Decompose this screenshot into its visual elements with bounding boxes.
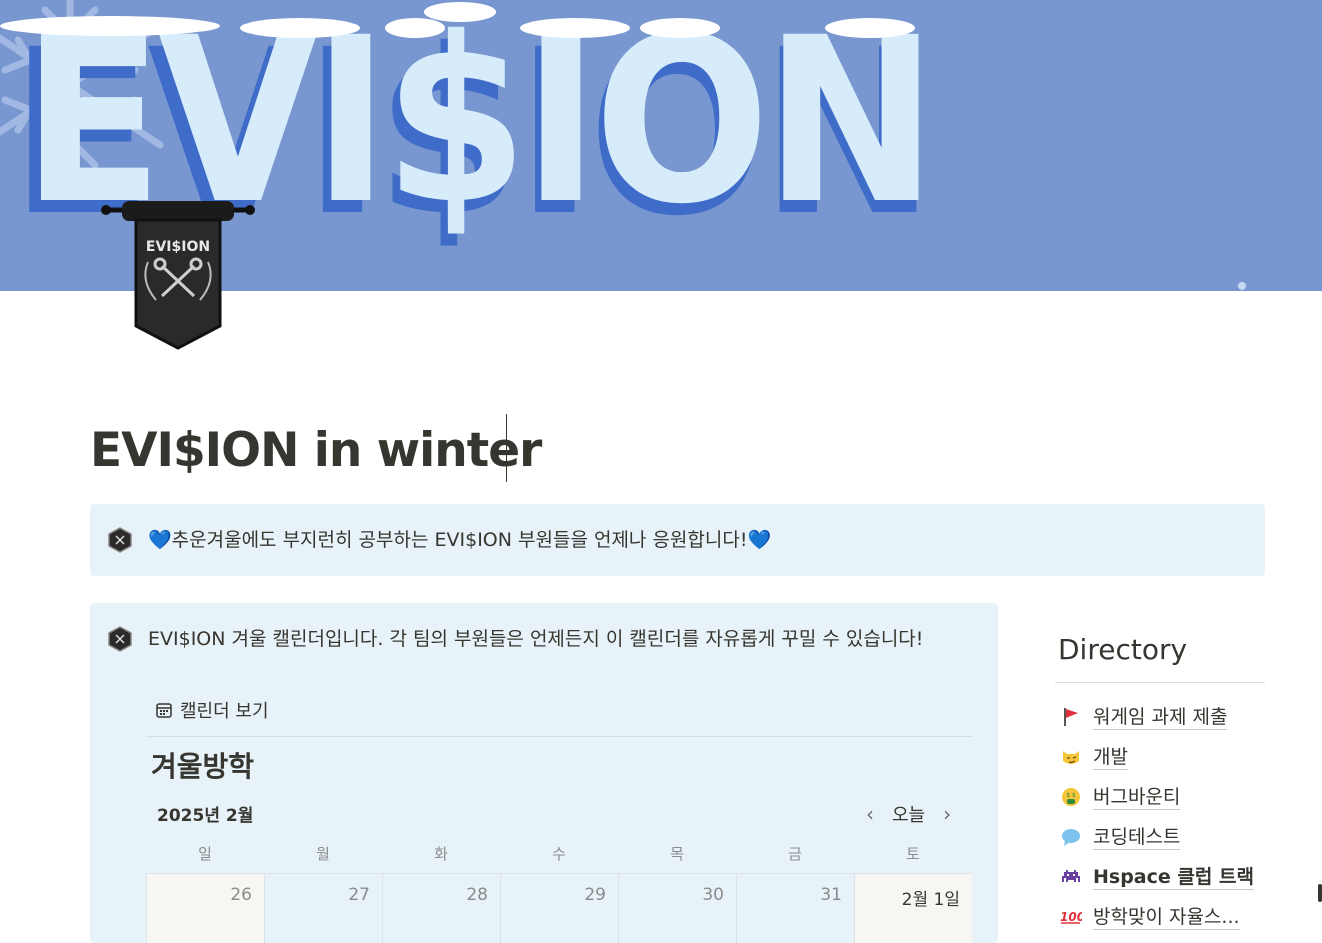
callout-calendar[interactable]: EVI$ION 겨울 캘린더입니다. 각 팀의 부원들은 언제든지 이 캘린더를… [90,603,998,943]
day-number: 28 [466,885,488,905]
space-invader-icon [1060,866,1082,888]
calendar-navigation: ‹ 오늘 › [866,801,951,827]
weekday-label: 일 [198,845,212,863]
directory-item-label: 버그바운티 [1093,785,1181,810]
chevron-right-icon[interactable]: › [943,802,951,826]
directory-item-label: 워게임 과제 제출 [1093,705,1228,730]
weekday-label: 금 [788,845,802,863]
evision-badge-icon [108,626,132,652]
directory-item-label: 코딩테스트 [1093,825,1181,850]
day-number: 29 [584,885,606,905]
page-title[interactable]: EVI$ION in winter [90,418,542,484]
callout-cheer[interactable]: 💙추운겨울에도 부지런히 공부하는 EVI$ION 부원들을 언제나 응원합니다… [90,504,1265,576]
red-flag-icon [1060,706,1082,728]
chevron-left-icon[interactable]: ‹ [866,802,874,826]
day-number: 27 [348,885,370,905]
directory-item[interactable]: 100 방학맞이 자율스... [1060,897,1254,937]
weekday-header: 일 월 화 수 목 금 토 [146,843,972,864]
calendar-day-cell[interactable]: 2월 1일 [854,874,972,943]
directory-list: 워게임 과제 제출 개발 $ $ 버그바운티 코딩테스트 Hspace 클럽 트… [1060,697,1254,937]
tab-calendar-view-label: 캘린더 보기 [180,701,269,722]
callout-calendar-text: EVI$ION 겨울 캘린더입니다. 각 팀의 부원들은 언제든지 이 캘린더를… [148,628,924,650]
calendar-icon [156,703,172,718]
text-cursor [506,414,507,482]
tab-calendar-view[interactable]: 캘린더 보기 [156,697,269,723]
weekday-label: 목 [670,845,684,863]
calendar-day-cell[interactable]: 26 [146,874,264,943]
directory-item[interactable]: Hspace 클럽 트랙 [1060,857,1254,897]
day-number: 31 [820,885,842,905]
today-button[interactable]: 오늘 [892,801,925,827]
directory-item[interactable]: 워게임 과제 제출 [1060,697,1254,737]
directory-divider [1055,682,1265,683]
money-mouth-icon: $ $ [1060,786,1082,808]
evision-badge-icon [108,527,132,553]
month-label: 2025년 2월 [157,806,254,826]
directory-item-label: Hspace 클럽 트랙 [1093,865,1254,890]
calendar-day-cell[interactable]: 29 [500,874,618,943]
database-title[interactable]: 겨울방학 [151,745,254,789]
weekday-label: 화 [434,845,448,863]
directory-item[interactable]: $ $ 버그바운티 [1060,777,1254,817]
weekday-label: 수 [552,845,566,863]
weekday-label: 월 [316,845,330,863]
directory-item[interactable]: 코딩테스트 [1060,817,1254,857]
directory-item-label: 개발 [1093,745,1128,770]
calendar-grid: 26 27 28 29 30 31 2월 1일 [146,873,972,943]
calendar-day-cell[interactable]: 31 [736,874,854,943]
svg-text:$ $: $ $ [1066,792,1076,799]
directory-item-label: 방학맞이 자율스... [1093,905,1240,930]
smirk-cat-icon [1060,746,1082,768]
hundred-points-icon: 100 [1060,906,1082,928]
directory-item[interactable]: 개발 [1060,737,1254,777]
tab-divider [146,736,972,737]
day-number: 26 [230,885,252,905]
scroll-indicator [1318,884,1322,902]
page-icon-banner[interactable]: EVI$ION [100,196,260,356]
weekday-label: 토 [906,845,920,863]
svg-text:100: 100 [1060,910,1082,924]
page-icon-brand: EVI$ION [146,239,210,255]
callout-cheer-text: 💙추운겨울에도 부지런히 공부하는 EVI$ION 부원들을 언제나 응원합니다… [148,529,772,551]
calendar-day-cell[interactable]: 30 [618,874,736,943]
day-number: 2월 1일 [901,890,960,910]
directory-heading: Directory [1058,633,1188,666]
calendar-day-cell[interactable]: 28 [382,874,500,943]
calendar-day-cell[interactable]: 27 [264,874,382,943]
day-number: 30 [702,885,724,905]
speech-bubble-icon [1060,826,1082,848]
